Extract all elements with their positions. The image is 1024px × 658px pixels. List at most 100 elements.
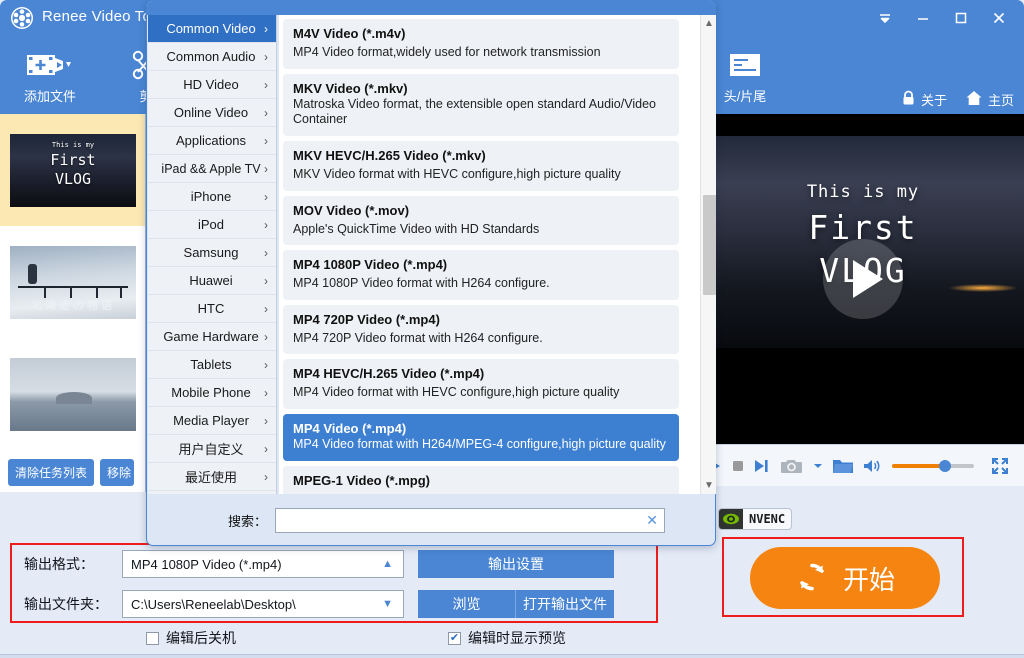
list-item[interactable]: 北海道の物语	[0, 226, 145, 338]
category-item-applications[interactable]: Applications ›	[148, 127, 276, 155]
format-item[interactable]: MOV Video (*.mov) Apple's QuickTime Vide…	[283, 195, 679, 246]
play-overlay-button[interactable]	[823, 239, 903, 319]
category-item-custom[interactable]: 用户自定义 ›	[148, 435, 276, 463]
shutdown-after-edit-checkbox[interactable]: 编辑后关机	[146, 628, 236, 648]
chevron-down-icon[interactable]: ▼	[701, 477, 717, 494]
refresh-icon	[795, 560, 829, 597]
search-label: 搜索：	[228, 514, 268, 529]
category-label: Game Hardware	[163, 329, 259, 344]
category-item-media-player[interactable]: Media Player ›	[148, 407, 276, 435]
category-item-online-video[interactable]: Online Video ›	[148, 99, 276, 127]
folder-icon[interactable]	[832, 457, 854, 475]
category-item-htc[interactable]: HTC ›	[148, 295, 276, 323]
minimize-button[interactable]	[906, 3, 940, 33]
camera-icon[interactable]	[780, 457, 804, 475]
format-item[interactable]: MP4 HEVC/H.265 Video (*.mp4) MP4 Video f…	[283, 359, 679, 409]
format-list[interactable]: M4V Video (*.m4v) MP4 Video format,widel…	[279, 15, 700, 494]
category-item-samsung[interactable]: Samsung ›	[148, 239, 276, 267]
maximize-button[interactable]	[944, 3, 978, 33]
home-icon	[965, 90, 983, 109]
output-format-value: MP4 1080P Video (*.mp4)	[131, 556, 282, 572]
checkbox-box	[146, 631, 159, 645]
stop-button[interactable]	[731, 459, 745, 473]
close-button[interactable]	[982, 3, 1016, 33]
remove-button[interactable]: 移除	[100, 458, 135, 486]
category-item-ipod[interactable]: iPod ›	[148, 211, 276, 239]
output-format-combo[interactable]: MP4 1080P Video (*.mp4) ▲	[122, 550, 404, 578]
toolbar-add-file[interactable]: 添加文件	[4, 42, 96, 110]
chevron-up-icon[interactable]: ▲	[701, 15, 717, 32]
start-button-label: 开始	[842, 564, 895, 595]
format-title: MPEG-1 Video (*.mpg)	[293, 472, 430, 488]
format-title: MP4 720P Video (*.mp4)	[293, 311, 440, 327]
format-item[interactable]: MKV Video (*.mkv) Matroska Video format,…	[283, 73, 679, 136]
clear-task-list-button[interactable]: 清除任务列表	[8, 458, 95, 486]
browse-button[interactable]: 浏览	[418, 590, 516, 618]
format-list-scrollbar[interactable]: ▲ ▼	[700, 15, 716, 494]
format-item[interactable]: MP4 720P Video (*.mp4) MP4 720P Video fo…	[283, 304, 679, 355]
chevron-down-icon[interactable]	[813, 462, 823, 470]
category-item-huawei[interactable]: Huawei ›	[148, 267, 276, 295]
player-controls	[702, 444, 1024, 486]
file-list[interactable]: This is my First VLOG 北海道の物语	[0, 114, 146, 452]
thumbnail	[10, 357, 136, 431]
home-link[interactable]: 主页	[965, 90, 1014, 109]
format-item[interactable]: M4V Video (*.m4v) MP4 Video format,widel…	[283, 19, 679, 69]
checkbox-box: ✔	[448, 631, 461, 645]
category-label: HTC	[197, 301, 225, 316]
header-links: 关于 主页	[901, 90, 1014, 109]
output-settings-button[interactable]: 输出设置	[418, 550, 614, 578]
chevron-right-icon: ›	[264, 329, 268, 344]
format-item[interactable]: MPEG-1 Video (*.mpg)	[283, 465, 679, 494]
video-text-line1: This is my	[806, 182, 920, 202]
show-preview-checkbox[interactable]: ✔ 编辑时显示预览	[448, 628, 566, 648]
category-item-common-audio[interactable]: Common Audio ›	[148, 43, 276, 71]
format-item[interactable]: MP4 1080P Video (*.mp4) MP4 1080P Video …	[283, 250, 679, 300]
category-label: Tablets	[190, 357, 232, 372]
more-options-button[interactable]	[868, 3, 902, 33]
search-input[interactable]	[276, 509, 665, 532]
format-item[interactable]: MKV HEVC/H.265 Video (*.mkv) MKV Video f…	[283, 140, 679, 191]
output-folder-value: C:\Users\Reneelab\Desktop\	[131, 596, 296, 612]
format-item-selected[interactable]: MP4 Video (*.mp4) MP4 Video format with …	[283, 414, 679, 461]
start-button[interactable]: 开始	[750, 547, 940, 609]
list-item[interactable]	[0, 338, 145, 450]
volume-slider[interactable]	[892, 459, 974, 472]
format-desc: MP4 720P Video format with H264 configur…	[293, 330, 543, 345]
chevron-right-icon: ›	[264, 385, 268, 400]
speaker-icon[interactable]	[863, 458, 883, 474]
output-folder-combo[interactable]: C:\Users\Reneelab\Desktop\ ▼	[122, 590, 404, 618]
search-box[interactable]: ✕	[275, 508, 666, 533]
nvidia-icon	[719, 509, 743, 529]
about-label: 关于	[920, 93, 947, 108]
category-item-recent[interactable]: 最近使用 ›	[148, 463, 276, 491]
category-item-ipad-apple-tv[interactable]: iPad && Apple TV ›	[148, 155, 276, 183]
category-item-hd-video[interactable]: HD Video ›	[148, 71, 276, 99]
open-output-folder-button[interactable]: 打开输出文件	[516, 590, 614, 618]
scrollbar-thumb[interactable]	[703, 195, 716, 295]
list-item[interactable]: This is my First VLOG	[0, 114, 145, 226]
category-item-game-hardware[interactable]: Game Hardware ›	[148, 323, 276, 351]
play-icon	[852, 260, 883, 298]
format-desc: MP4 1080P Video format with H264 configu…	[293, 276, 550, 291]
next-frame-button[interactable]	[754, 458, 771, 474]
lock-icon	[901, 90, 916, 109]
category-label: Common Video	[166, 21, 256, 36]
category-item-tablets[interactable]: Tablets ›	[148, 351, 276, 379]
chevron-right-icon: ›	[264, 469, 268, 484]
fullscreen-icon[interactable]	[991, 457, 1009, 475]
shutdown-after-edit-label: 编辑后关机	[166, 630, 236, 646]
app-title: Renee Video Too	[42, 8, 160, 25]
close-icon[interactable]: ✕	[646, 512, 658, 529]
output-format-row: 输出格式： MP4 1080P Video (*.mp4) ▲ 输出设置	[24, 550, 614, 578]
chevron-right-icon: ›	[264, 357, 268, 372]
format-category-list[interactable]: Common Video › Common Audio › HD Video ›…	[148, 15, 277, 494]
category-item-iphone[interactable]: iPhone ›	[148, 183, 276, 211]
about-link[interactable]: 关于	[901, 90, 947, 109]
video-preview[interactable]: This is my First VLOG	[702, 114, 1024, 444]
category-item-mobile-phone[interactable]: Mobile Phone ›	[148, 379, 276, 407]
category-label: Mobile Phone	[171, 385, 251, 400]
category-item-common-video[interactable]: Common Video ›	[148, 15, 276, 43]
category-label: Samsung	[183, 245, 239, 260]
chevron-right-icon: ›	[264, 189, 268, 204]
